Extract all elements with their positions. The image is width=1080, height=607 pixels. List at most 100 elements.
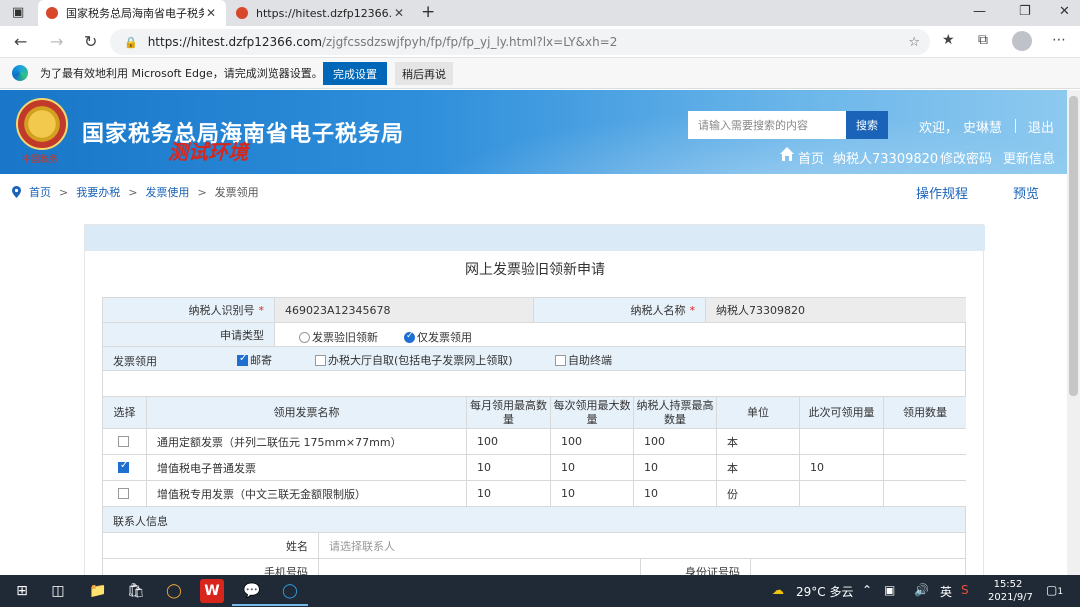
checkbox-unchecked-icon[interactable]: [118, 436, 129, 447]
chrome-icon[interactable]: ◯: [162, 579, 186, 603]
hold-max-cell: 10: [634, 455, 717, 480]
store-icon[interactable]: 🛍: [124, 579, 148, 603]
back-arrow-icon[interactable]: ←: [14, 32, 27, 51]
monthly-max-cell: 10: [467, 455, 551, 480]
notification-count: 1: [1057, 587, 1064, 597]
url-field[interactable]: 🔒 https://hitest.dzfp12366.com/zjgfcssdz…: [110, 29, 930, 55]
form-title: 网上发票验旧领新申请: [465, 262, 605, 278]
tax-favicon-icon: [236, 7, 248, 19]
weather-text[interactable]: 29°C 多云: [796, 583, 853, 600]
system-clock[interactable]: 15:52 2021/9/7: [988, 578, 1033, 604]
header-taxpayer-link[interactable]: 纳税人73309820: [833, 148, 938, 167]
unit-cell: 本: [717, 455, 800, 480]
tray-chevron-icon[interactable]: ⌃: [862, 583, 872, 597]
contact-section-header: 联系人信息: [102, 507, 966, 533]
panel-top-strip: [85, 225, 985, 251]
pickup-method-label: 发票领用: [113, 355, 157, 368]
header-home-link[interactable]: 首页: [798, 148, 824, 167]
profile-avatar[interactable]: [1012, 31, 1032, 51]
radio-unchecked-icon[interactable]: [299, 331, 310, 343]
unit-cell: 份: [717, 481, 800, 506]
contact-name-input[interactable]: 请选择联系人: [319, 533, 966, 558]
welcome-text: 欢迎，: [919, 121, 959, 136]
location-pin-icon: [12, 186, 21, 198]
volume-icon[interactable]: 🔊: [914, 583, 929, 597]
favorites-icon[interactable]: ★: [942, 32, 955, 48]
favorite-star-icon[interactable]: ☆: [908, 35, 920, 50]
national-emblem-icon: [16, 98, 68, 150]
breadcrumb-home[interactable]: 首页: [29, 184, 51, 200]
site-search-button[interactable]: 搜索: [846, 111, 888, 139]
restore-icon[interactable]: ❐: [1019, 4, 1031, 19]
forward-arrow-icon[interactable]: →: [50, 32, 63, 51]
minimize-icon[interactable]: —: [973, 4, 986, 19]
wps-icon[interactable]: W: [200, 579, 224, 603]
apply-type-row: 申请类型 发票验旧领新 仅发票领用: [102, 323, 966, 347]
tab-hitest[interactable]: https://hitest.dzfp12366.com/Sig ✕: [228, 0, 414, 26]
edge-taskbar-icon[interactable]: ◯: [278, 579, 302, 603]
logout-link[interactable]: 退出: [1028, 117, 1054, 136]
file-explorer-icon[interactable]: 📁: [86, 579, 110, 603]
quantity-input[interactable]: [884, 481, 966, 506]
active-app-indicator: [232, 604, 270, 606]
close-icon[interactable]: ✕: [392, 6, 406, 20]
new-tab-icon[interactable]: +: [421, 2, 435, 22]
antivirus-icon[interactable]: S: [961, 583, 969, 597]
taxpayer-name-label: 纳税人名称 *: [534, 298, 706, 322]
checkbox-unchecked-icon[interactable]: [315, 354, 326, 366]
quantity-input[interactable]: [884, 429, 966, 454]
contact-section-title: 联系人信息: [113, 515, 168, 528]
user-name-link[interactable]: 史琳慧: [963, 117, 1002, 136]
tab-actions-icon[interactable]: ▣: [12, 5, 24, 20]
preview-link[interactable]: 预览: [1013, 183, 1039, 202]
scrollbar-thumb[interactable]: [1069, 96, 1078, 396]
change-password-link[interactable]: 修改密码: [940, 148, 992, 167]
checkbox-unchecked-icon[interactable]: [555, 354, 566, 366]
site-search-input[interactable]: 请输入需要搜索的内容: [688, 111, 846, 139]
checkbox-checked-icon[interactable]: [118, 460, 129, 473]
pickup-hall-label: 办税大厅自取(包括电子发票网上领取): [328, 354, 513, 367]
wechat-icon[interactable]: 💬: [240, 579, 264, 603]
close-icon[interactable]: ✕: [204, 6, 218, 20]
tab-title: https://hitest.dzfp12366.com/Sig: [256, 6, 392, 20]
later-button[interactable]: 稍后再说: [395, 62, 453, 85]
ime-indicator[interactable]: 英: [940, 583, 952, 600]
checkbox-checked-icon[interactable]: [237, 353, 248, 366]
breadcrumb-invoice-use[interactable]: 发票使用: [145, 184, 189, 200]
update-info-link[interactable]: 更新信息: [1003, 148, 1055, 167]
window-close-icon[interactable]: ✕: [1059, 4, 1070, 19]
apply-type-option-2[interactable]: 仅发票领用: [404, 329, 472, 345]
row-select-cell: [103, 429, 147, 454]
per-time-max-cell: 10: [551, 455, 634, 480]
more-menu-icon[interactable]: ⋯: [1052, 32, 1066, 48]
windows-start-icon[interactable]: ⊞: [10, 579, 34, 603]
per-time-max-cell: 10: [551, 481, 634, 506]
pickup-kiosk-option[interactable]: 自助终端: [555, 352, 612, 368]
breadcrumb-tax-handling[interactable]: 我要办税: [76, 184, 120, 200]
breadcrumb-separator: >: [128, 185, 138, 199]
row-select-cell: [103, 455, 147, 480]
refresh-icon[interactable]: ↻: [84, 32, 97, 51]
edge-logo-icon: [12, 65, 28, 81]
apply-type-option-1[interactable]: 发票验旧领新: [299, 329, 378, 345]
invoice-name-cell: 通用定额发票（并列二联伍元 175mm×77mm）: [147, 429, 467, 454]
pickup-mail-option[interactable]: 邮寄: [237, 352, 272, 368]
breadcrumb-current: 发票领用: [214, 186, 259, 199]
operation-rules-link[interactable]: 操作规程: [916, 183, 968, 202]
col-quantity: 领用数量: [884, 397, 966, 428]
tab-title: 国家税务总局海南省电子税务局: [66, 7, 204, 20]
col-select: 选择: [103, 397, 147, 428]
checkbox-unchecked-icon[interactable]: [118, 488, 129, 499]
pickup-hall-option[interactable]: 办税大厅自取(包括电子发票网上领取): [315, 352, 513, 368]
complete-setup-button[interactable]: 完成设置: [323, 62, 387, 85]
active-app-indicator: [270, 604, 308, 606]
collections-icon[interactable]: ⧉: [978, 32, 988, 48]
quantity-input[interactable]: [884, 455, 966, 480]
tab-tax-bureau[interactable]: 国家税务总局海南省电子税务局 ✕: [38, 0, 226, 26]
radio-checked-icon[interactable]: [404, 331, 415, 343]
notification-icon[interactable]: ▢1: [1046, 583, 1063, 597]
network-icon[interactable]: ▣: [884, 583, 895, 597]
task-view-icon[interactable]: ◫: [46, 579, 70, 603]
contact-name-row: 姓名 请选择联系人: [102, 533, 966, 559]
breadcrumb-separator: >: [59, 185, 69, 199]
